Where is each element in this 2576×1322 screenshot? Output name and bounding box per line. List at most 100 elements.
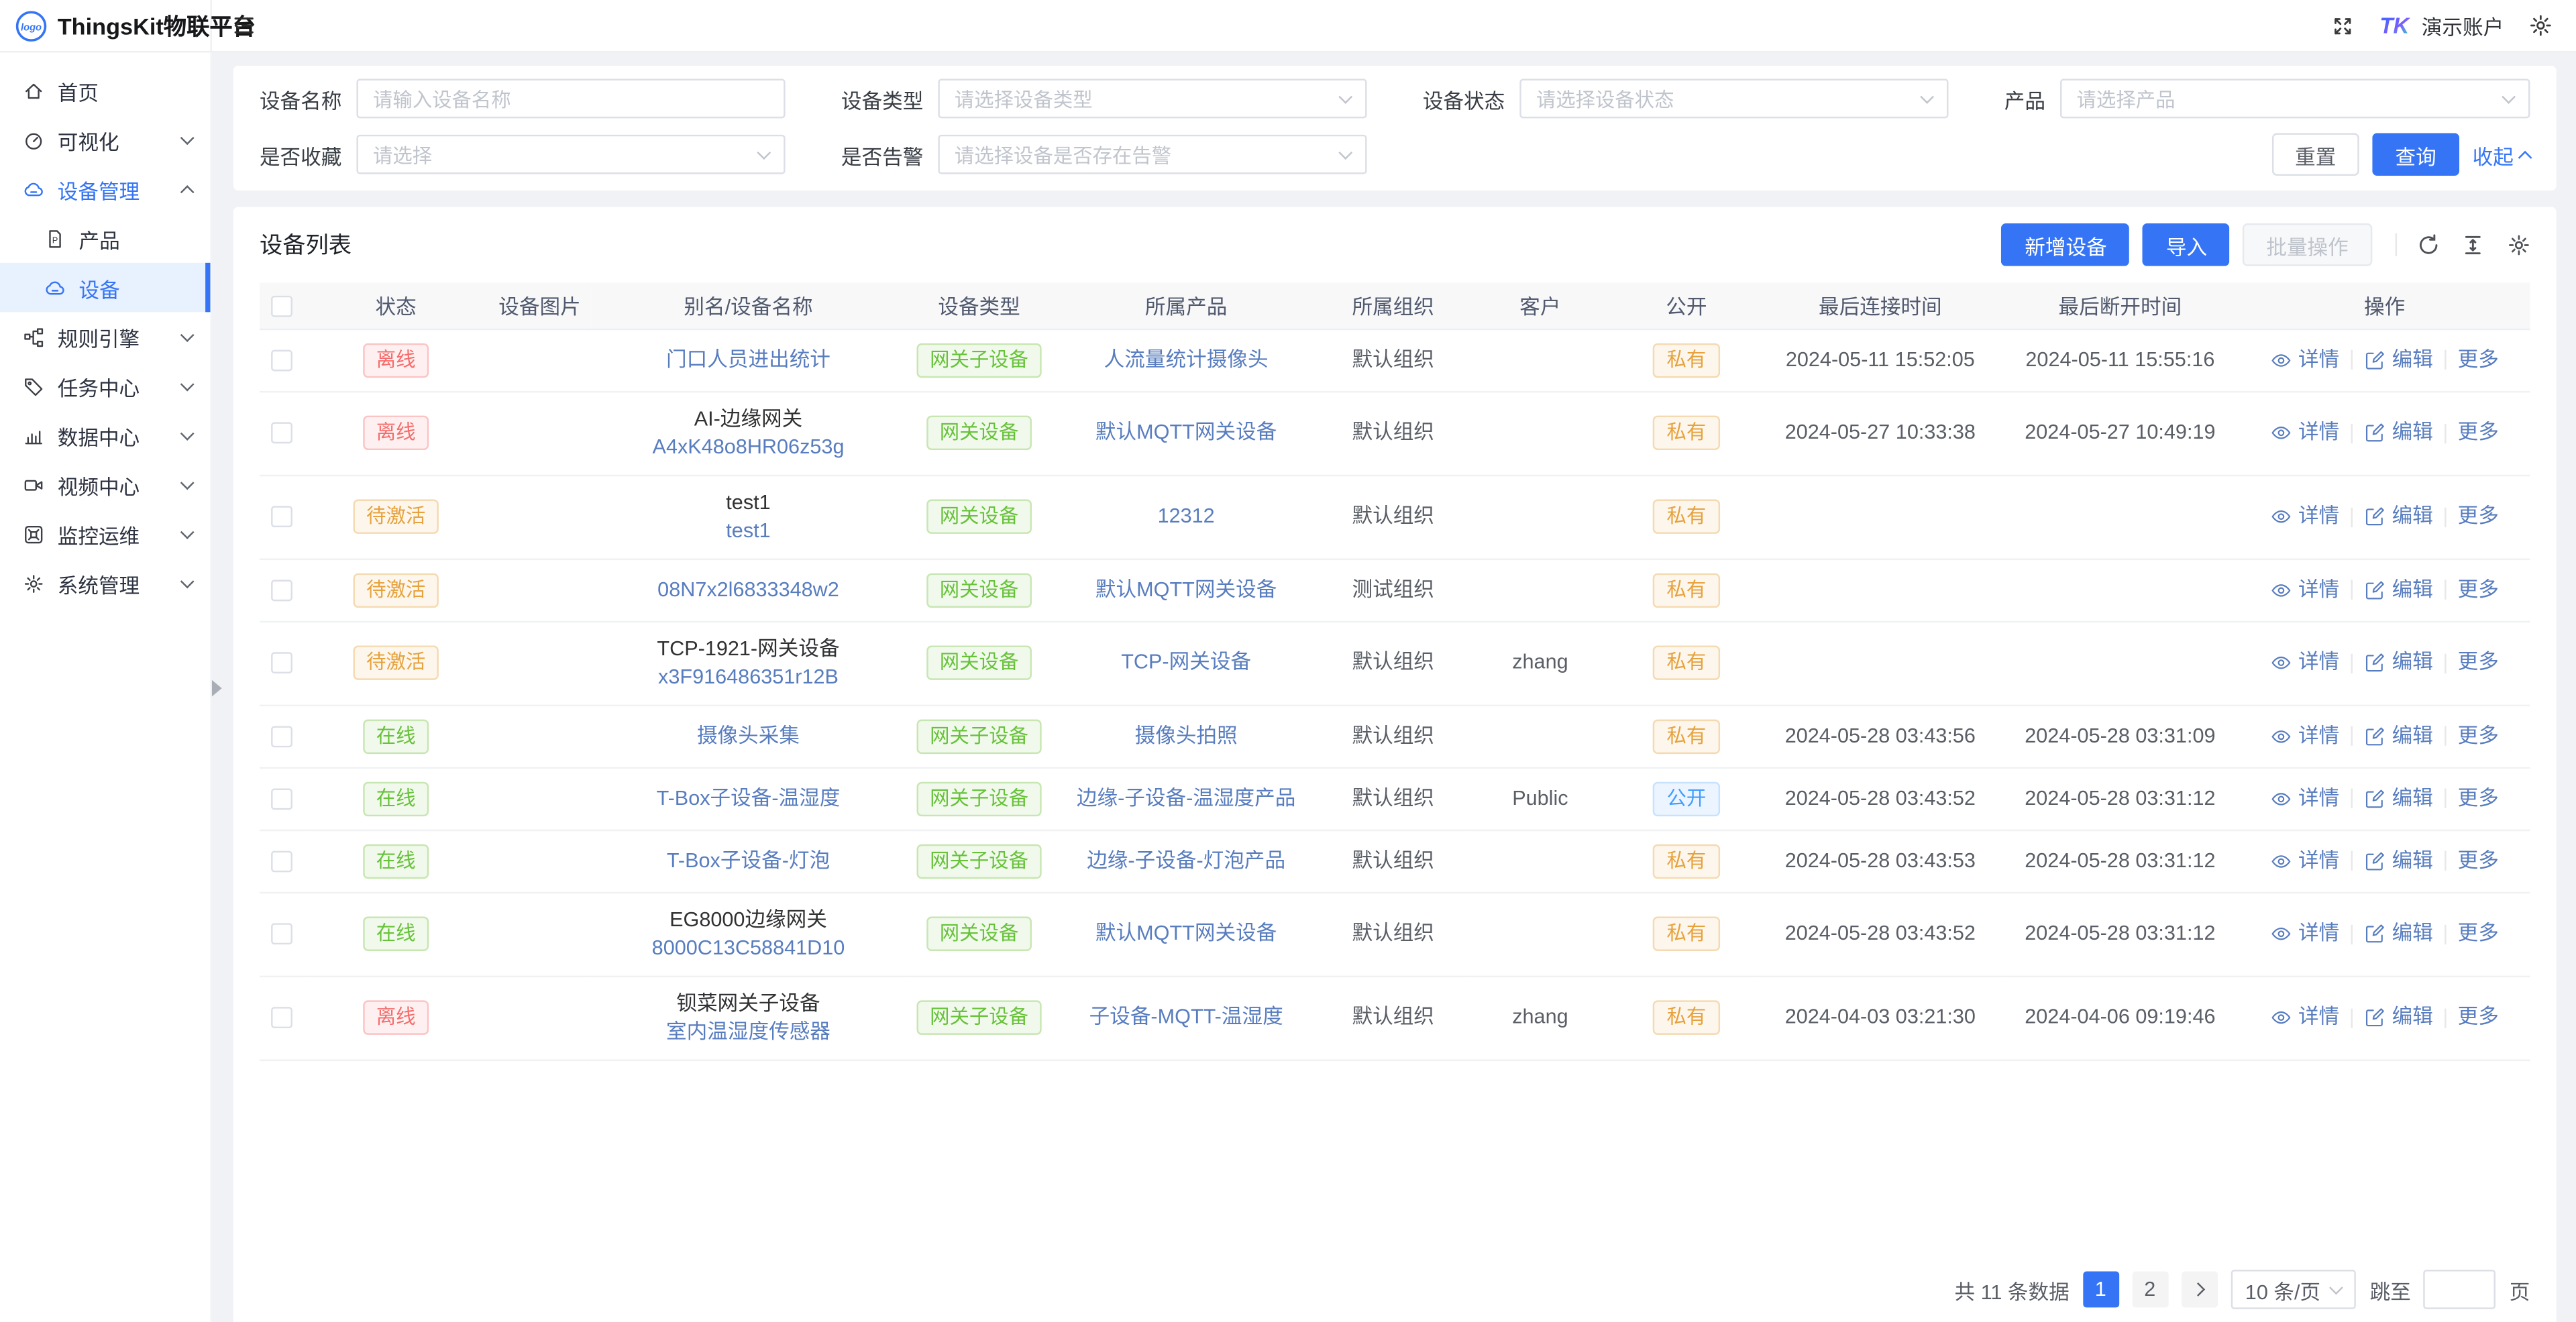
- table-settings-icon[interactable]: [2506, 233, 2530, 257]
- chevron-down-icon: [182, 482, 193, 487]
- device-name-link[interactable]: A4xK48o8HR06z53g: [598, 433, 898, 461]
- product-link[interactable]: 边缘-子设备-温湿度产品: [1060, 784, 1313, 812]
- row-checkbox[interactable]: [271, 924, 292, 945]
- device-name-link[interactable]: 8000C13C58841D10: [598, 934, 898, 962]
- device-name-link[interactable]: T-Box子设备-温湿度: [598, 784, 898, 812]
- row-checkbox[interactable]: [271, 850, 292, 872]
- more-link[interactable]: 更多: [2458, 920, 2499, 948]
- sidebar-item-video-center[interactable]: 视频中心: [0, 460, 210, 509]
- import-button[interactable]: 导入: [2143, 223, 2231, 266]
- sidebar-item-system-management[interactable]: 系统管理: [0, 559, 210, 608]
- more-link[interactable]: 更多: [2458, 575, 2499, 604]
- device-name-link[interactable]: T-Box子设备-灯泡: [598, 846, 898, 875]
- query-button[interactable]: 查询: [2372, 133, 2459, 176]
- more-link[interactable]: 更多: [2458, 649, 2499, 677]
- edit-link[interactable]: 编辑: [2364, 346, 2433, 374]
- row-checkbox[interactable]: [271, 1007, 292, 1029]
- edit-link[interactable]: 编辑: [2364, 846, 2433, 875]
- more-link[interactable]: 更多: [2458, 346, 2499, 374]
- product-link[interactable]: 默认MQTT网关设备: [1060, 920, 1313, 948]
- device-name-link[interactable]: 08N7x2l6833348w2: [598, 575, 898, 604]
- device-name-link[interactable]: 门口人员进出统计: [598, 346, 898, 374]
- page-size-select[interactable]: 10 条/页: [2231, 1270, 2357, 1309]
- device-name-link[interactable]: 室内温湿度传感器: [598, 1017, 898, 1046]
- filter-device-status-select[interactable]: 请选择设备状态: [1519, 79, 1948, 119]
- edit-link[interactable]: 编辑: [2364, 575, 2433, 604]
- edit-link[interactable]: 编辑: [2364, 502, 2433, 531]
- more-link[interactable]: 更多: [2458, 784, 2499, 812]
- reset-button[interactable]: 重置: [2272, 133, 2359, 176]
- product-link[interactable]: 默认MQTT网关设备: [1060, 419, 1313, 447]
- detail-link[interactable]: 详情: [2270, 575, 2339, 604]
- detail-link[interactable]: 详情: [2270, 649, 2339, 677]
- sidebar-item-device-management[interactable]: 设备管理: [0, 164, 210, 213]
- edit-link[interactable]: 编辑: [2364, 784, 2433, 812]
- row-checkbox[interactable]: [271, 726, 292, 747]
- sidebar-item-device[interactable]: 设备: [0, 263, 210, 312]
- more-link[interactable]: 更多: [2458, 1003, 2499, 1032]
- product-link[interactable]: 摄像头拍照: [1060, 722, 1313, 750]
- sidebar-item-rule-engine[interactable]: 规则引擎: [0, 312, 210, 361]
- product-link[interactable]: TCP-网关设备: [1060, 649, 1313, 677]
- detail-link[interactable]: 详情: [2270, 784, 2339, 812]
- sidebar-item-product[interactable]: P产品: [0, 213, 210, 262]
- product-link[interactable]: 子设备-MQTT-温湿度: [1060, 1003, 1313, 1032]
- product-link[interactable]: 人流量统计摄像头: [1060, 346, 1313, 374]
- detail-link[interactable]: 详情: [2270, 846, 2339, 875]
- sidebar-item-data-center[interactable]: 数据中心: [0, 410, 210, 459]
- filter-product-select[interactable]: 请选择产品: [2060, 79, 2530, 119]
- row-checkbox[interactable]: [271, 349, 292, 371]
- customer-cell: zhang: [1467, 621, 1613, 705]
- detail-link[interactable]: 详情: [2270, 502, 2339, 531]
- device-name-link[interactable]: x3F916486351r12B: [598, 663, 898, 691]
- row-height-icon[interactable]: [2461, 233, 2485, 257]
- fullscreen-icon[interactable]: [2331, 14, 2354, 37]
- batch-actions-button[interactable]: 批量操作: [2243, 223, 2371, 266]
- device-name-link[interactable]: 摄像头采集: [598, 722, 898, 750]
- sidebar-item-monitor-ops[interactable]: 监控运维: [0, 509, 210, 558]
- menu-fold-icon[interactable]: [231, 13, 256, 38]
- page-button-2[interactable]: 2: [2132, 1272, 2168, 1308]
- more-link[interactable]: 更多: [2458, 419, 2499, 447]
- detail-link[interactable]: 详情: [2270, 920, 2339, 948]
- row-checkbox[interactable]: [271, 423, 292, 444]
- edit-link[interactable]: 编辑: [2364, 920, 2433, 948]
- filter-alarm-select[interactable]: 请选择设备是否存在告警: [938, 135, 1366, 174]
- sidebar-collapse-handle[interactable]: [212, 676, 228, 699]
- user-menu[interactable]: TK 演示账户: [2379, 10, 2504, 42]
- row-checkbox[interactable]: [271, 580, 292, 601]
- filter-device-type-select[interactable]: 请选择设备类型: [938, 79, 1366, 119]
- jump-page-input[interactable]: [2424, 1270, 2496, 1309]
- product-link[interactable]: 12312: [1060, 502, 1313, 531]
- more-link[interactable]: 更多: [2458, 722, 2499, 750]
- sidebar-item-home[interactable]: 首页: [0, 66, 210, 115]
- settings-icon[interactable]: [2528, 13, 2553, 38]
- more-link[interactable]: 更多: [2458, 502, 2499, 531]
- edit-link[interactable]: 编辑: [2364, 722, 2433, 750]
- sidebar-item-task-center[interactable]: 任务中心: [0, 362, 210, 410]
- detail-link[interactable]: 详情: [2270, 419, 2339, 447]
- row-checkbox[interactable]: [271, 653, 292, 674]
- add-device-button[interactable]: 新增设备: [2002, 223, 2130, 266]
- detail-link[interactable]: 详情: [2270, 1003, 2339, 1032]
- row-checkbox[interactable]: [271, 506, 292, 528]
- sidebar-item-visualization[interactable]: 可视化: [0, 115, 210, 164]
- edit-link[interactable]: 编辑: [2364, 419, 2433, 447]
- filter-favorite-select[interactable]: 请选择: [356, 135, 785, 174]
- filter-device-name-input[interactable]: 请输入设备名称: [356, 79, 785, 119]
- next-page-button[interactable]: [2181, 1272, 2217, 1308]
- page-button-1[interactable]: 1: [2082, 1272, 2118, 1308]
- more-link[interactable]: 更多: [2458, 846, 2499, 875]
- refresh-icon[interactable]: [2416, 233, 2440, 257]
- product-link[interactable]: 默认MQTT网关设备: [1060, 575, 1313, 604]
- device-name-link[interactable]: test1: [598, 516, 898, 545]
- pagination: 共 11 条数据 12 10 条/页 跳至 页: [260, 1250, 2530, 1322]
- detail-link[interactable]: 详情: [2270, 722, 2339, 750]
- edit-link[interactable]: 编辑: [2364, 1003, 2433, 1032]
- product-link[interactable]: 边缘-子设备-灯泡产品: [1060, 846, 1313, 875]
- collapse-filter-link[interactable]: 收起: [2473, 139, 2530, 170]
- select-all-checkbox[interactable]: [271, 295, 292, 317]
- row-checkbox[interactable]: [271, 788, 292, 810]
- detail-link[interactable]: 详情: [2270, 346, 2339, 374]
- edit-link[interactable]: 编辑: [2364, 649, 2433, 677]
